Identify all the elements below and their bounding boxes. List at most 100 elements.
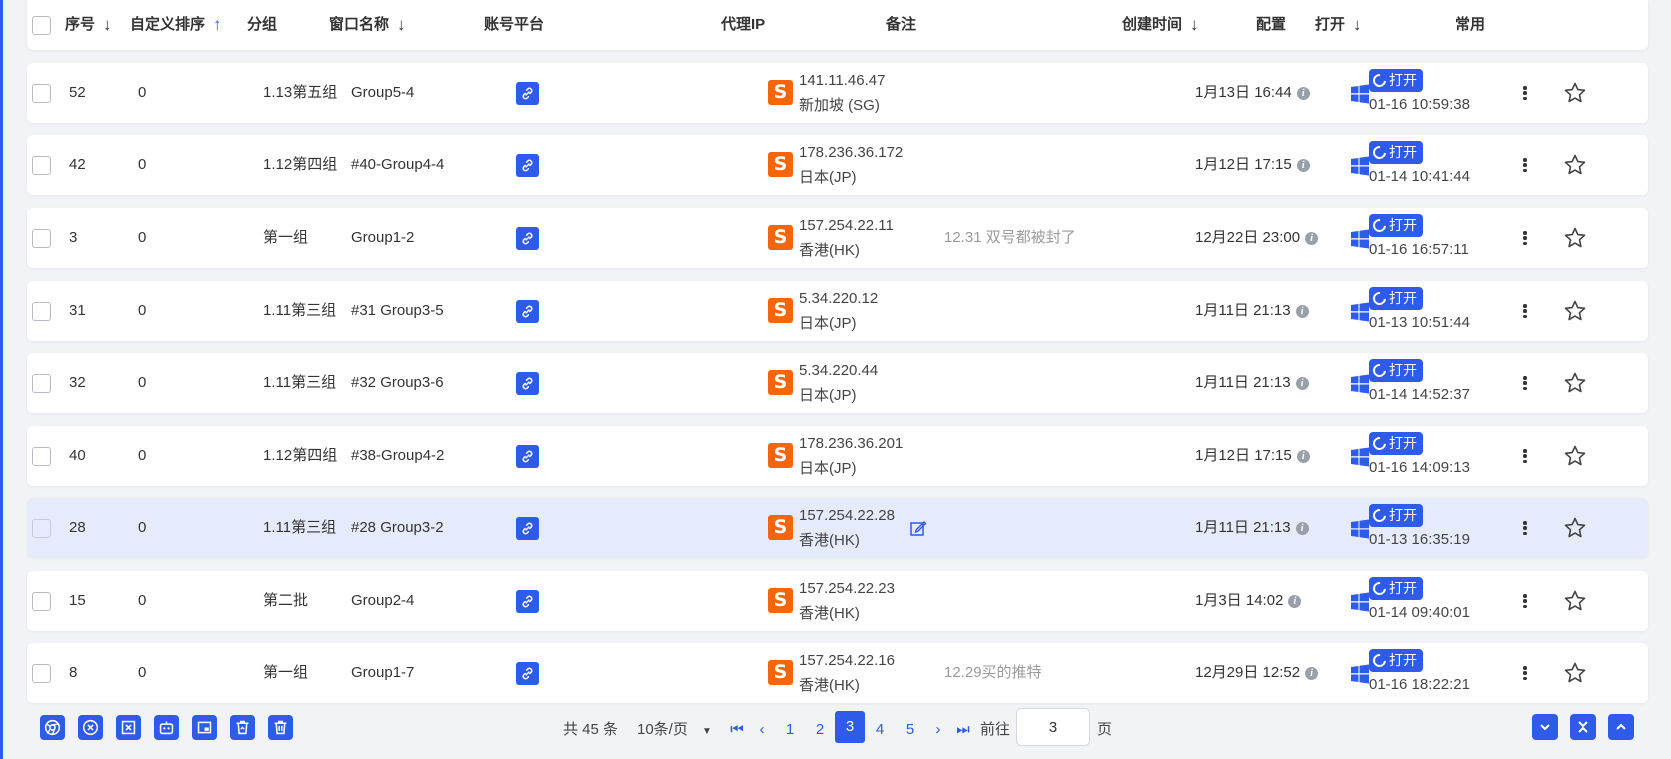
- info-icon[interactable]: i: [1296, 86, 1310, 100]
- row-window-name[interactable]: Group1-2: [351, 208, 414, 268]
- prev-page-icon[interactable]: ‹: [752, 717, 772, 743]
- star-icon[interactable]: [1563, 661, 1587, 685]
- open-button[interactable]: 打开: [1369, 141, 1423, 164]
- page-5[interactable]: 5: [895, 717, 925, 743]
- open-button[interactable]: 打开: [1369, 287, 1423, 310]
- chevron-up-icon[interactable]: [1608, 714, 1634, 740]
- table-row[interactable]: 32 0 1.11第三组 #32 Group3-6 S 5.34.220.44 日本(JP)…: [27, 353, 1648, 413]
- row-checkbox[interactable]: [32, 519, 51, 538]
- open-button[interactable]: 打开: [1369, 649, 1423, 672]
- open-button[interactable]: 打开: [1369, 577, 1423, 600]
- header-window-name[interactable]: 窗口名称 ↓: [329, 0, 406, 50]
- page-3-current[interactable]: 3: [835, 711, 865, 743]
- header-index[interactable]: 序号 ↓: [65, 0, 112, 50]
- link-icon[interactable]: [516, 300, 539, 323]
- more-vertical-icon[interactable]: [1522, 518, 1528, 538]
- row-window-name[interactable]: #38-Group4-2: [351, 426, 444, 486]
- page-2[interactable]: 2: [805, 717, 835, 743]
- table-row[interactable]: 52 0 1.13第五组 Group5-4 S 141.11.46.47 新加坡 (SG) 1…: [27, 63, 1648, 123]
- link-icon[interactable]: [516, 227, 539, 250]
- more-vertical-icon[interactable]: [1522, 83, 1528, 103]
- link-icon[interactable]: [516, 517, 539, 540]
- trash-icon[interactable]: [268, 715, 293, 740]
- row-checkbox[interactable]: [32, 374, 51, 393]
- link-icon[interactable]: [516, 372, 539, 395]
- row-window-name[interactable]: #32 Group3-6: [351, 353, 444, 413]
- row-checkbox[interactable]: [32, 447, 51, 466]
- open-button[interactable]: 打开: [1369, 214, 1423, 237]
- row-checkbox[interactable]: [32, 156, 51, 175]
- goto-page-input[interactable]: [1016, 708, 1090, 746]
- link-icon[interactable]: [516, 154, 539, 177]
- table-row[interactable]: 28 0 1.11第三组 #28 Group3-2 S 157.254.22.28 香港(H…: [27, 498, 1648, 558]
- edit-icon[interactable]: [909, 519, 927, 537]
- table-row[interactable]: 40 0 1.12第四组 #38-Group4-2 S 178.236.36.201 日本(…: [27, 426, 1648, 486]
- header-custom-sort[interactable]: 自定义排序 ↑: [130, 0, 222, 50]
- star-icon[interactable]: [1563, 444, 1587, 468]
- open-button[interactable]: 打开: [1369, 432, 1423, 455]
- first-page-icon[interactable]: ⏮: [727, 717, 747, 743]
- star-icon[interactable]: [1563, 153, 1587, 177]
- star-icon[interactable]: [1563, 516, 1587, 540]
- collapse-icon[interactable]: [1570, 714, 1596, 740]
- open-button[interactable]: 打开: [1369, 504, 1423, 527]
- select-all-checkbox[interactable]: [32, 16, 51, 35]
- row-checkbox[interactable]: [32, 84, 51, 103]
- row-window-name[interactable]: Group5-4: [351, 63, 414, 123]
- link-icon[interactable]: [516, 662, 539, 685]
- more-vertical-icon[interactable]: [1522, 373, 1528, 393]
- header-open[interactable]: 打开 ↓: [1315, 0, 1362, 50]
- info-icon[interactable]: i: [1296, 449, 1310, 463]
- window-icon[interactable]: [192, 715, 217, 740]
- page-1[interactable]: 1: [775, 717, 805, 743]
- row-window-name[interactable]: #40-Group4-4: [351, 135, 444, 195]
- link-icon[interactable]: [516, 590, 539, 613]
- more-vertical-icon[interactable]: [1522, 663, 1528, 683]
- chrome-icon[interactable]: [40, 715, 65, 740]
- close-square-icon[interactable]: [116, 715, 141, 740]
- star-icon[interactable]: [1563, 589, 1587, 613]
- sort-desc-icon[interactable]: ↓: [397, 0, 406, 50]
- more-vertical-icon[interactable]: [1522, 446, 1528, 466]
- star-icon[interactable]: [1563, 81, 1587, 105]
- robot-icon[interactable]: [154, 715, 179, 740]
- next-page-icon[interactable]: ›: [928, 717, 948, 743]
- info-icon[interactable]: i: [1305, 231, 1319, 245]
- header-created[interactable]: 创建时间 ↓: [1122, 0, 1199, 50]
- sort-desc-icon[interactable]: ↓: [103, 0, 112, 50]
- table-row[interactable]: 15 0 第二批 Group2-4 S 157.254.22.23 香港(HK) 1月3日 1…: [27, 571, 1648, 631]
- info-icon[interactable]: i: [1295, 376, 1309, 390]
- info-icon[interactable]: i: [1295, 304, 1309, 318]
- page-size-select[interactable]: 10条/页 ▼: [637, 717, 712, 743]
- row-checkbox[interactable]: [32, 592, 51, 611]
- row-window-name[interactable]: #31 Group3-5: [351, 281, 444, 341]
- trash-restore-icon[interactable]: [230, 715, 255, 740]
- page-4[interactable]: 4: [865, 717, 895, 743]
- open-button[interactable]: 打开: [1369, 359, 1423, 382]
- more-vertical-icon[interactable]: [1522, 301, 1528, 321]
- sort-desc-icon[interactable]: ↓: [1353, 0, 1362, 50]
- sort-desc-icon[interactable]: ↓: [1190, 0, 1199, 50]
- open-button[interactable]: 打开: [1369, 69, 1423, 92]
- more-vertical-icon[interactable]: [1522, 591, 1528, 611]
- last-page-icon[interactable]: ⏭: [953, 717, 973, 743]
- table-row[interactable]: 8 0 第一组 Group1-7 S 157.254.22.16 香港(HK) 12.29买的…: [27, 643, 1648, 703]
- link-icon[interactable]: [516, 82, 539, 105]
- star-icon[interactable]: [1563, 299, 1587, 323]
- row-window-name[interactable]: Group2-4: [351, 571, 414, 631]
- row-window-name[interactable]: Group1-7: [351, 643, 414, 703]
- chevron-down-icon[interactable]: [1532, 714, 1558, 740]
- close-circle-icon[interactable]: [78, 715, 103, 740]
- info-icon[interactable]: i: [1296, 158, 1310, 172]
- table-row[interactable]: 3 0 第一组 Group1-2 S 157.254.22.11 香港(HK) 12.31 双…: [27, 208, 1648, 268]
- more-vertical-icon[interactable]: [1522, 155, 1528, 175]
- row-checkbox[interactable]: [32, 302, 51, 321]
- star-icon[interactable]: [1563, 226, 1587, 250]
- star-icon[interactable]: [1563, 371, 1587, 395]
- row-window-name[interactable]: #28 Group3-2: [351, 498, 444, 558]
- row-checkbox[interactable]: [32, 664, 51, 683]
- info-icon[interactable]: i: [1295, 521, 1309, 535]
- row-checkbox[interactable]: [32, 229, 51, 248]
- table-row[interactable]: 31 0 1.11第三组 #31 Group3-5 S 5.34.220.12 日本(JP)…: [27, 281, 1648, 341]
- more-vertical-icon[interactable]: [1522, 228, 1528, 248]
